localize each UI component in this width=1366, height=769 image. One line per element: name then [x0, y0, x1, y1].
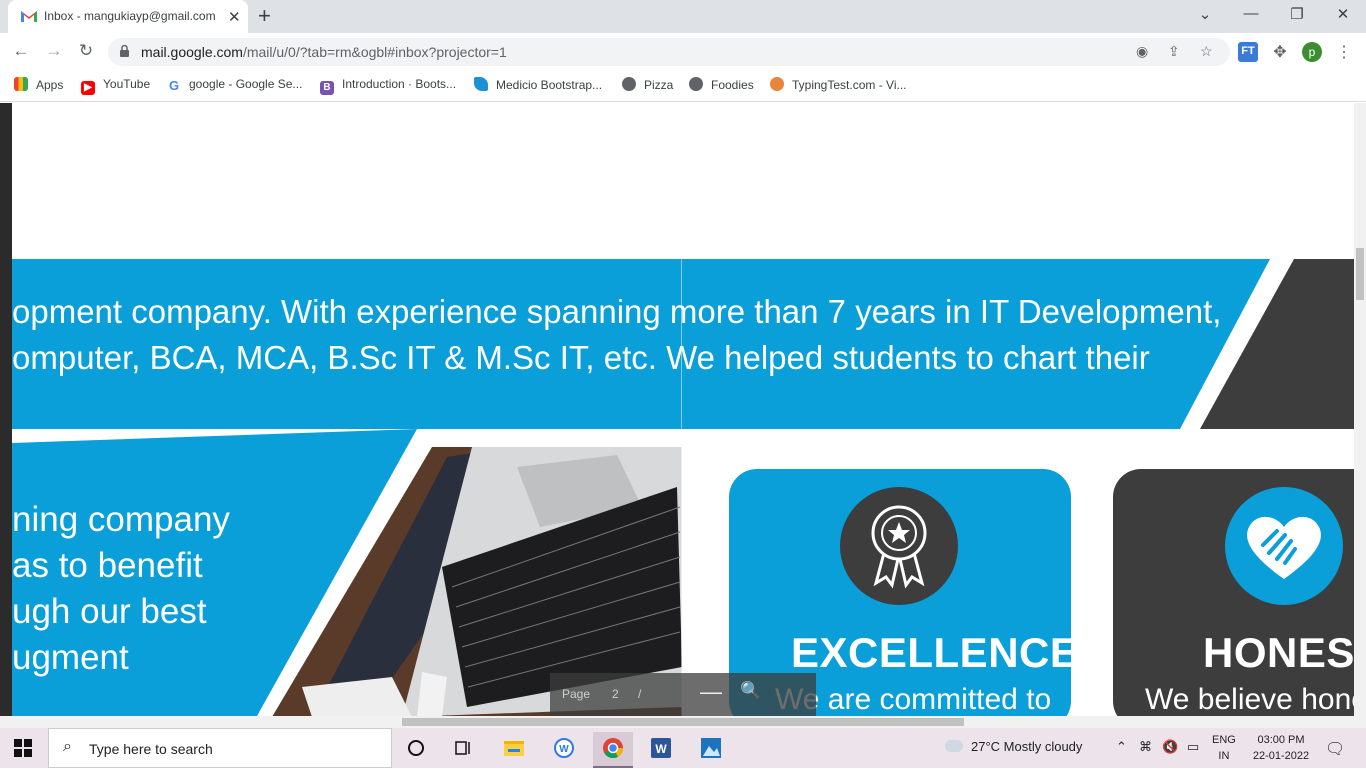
page-label: Page: [562, 687, 591, 701]
cloud-sun-icon: [945, 740, 963, 752]
honesty-card: HONESTY We believe honest: [1113, 469, 1354, 716]
bookmark-medicio[interactable]: Medicio Bootstrap...: [474, 77, 602, 92]
app-button-w[interactable]: W: [544, 732, 584, 768]
page-number-input[interactable]: 2: [612, 687, 619, 701]
tab-title: Inbox - mangukiayp@gmail.com: [44, 9, 216, 23]
language-indicator[interactable]: ENG IN: [1212, 732, 1236, 764]
svg-text:W: W: [655, 742, 667, 756]
windows-start-icon[interactable]: [14, 739, 32, 757]
viewer-left-edge: [0, 103, 12, 716]
puzzle-extensions-icon[interactable]: ✥: [1270, 42, 1290, 62]
horizontal-scroll-thumb[interactable]: [402, 718, 964, 726]
band-text-line-2: omputer, BCA, MCA, B.Sc IT & M.Sc IT, et…: [12, 339, 1150, 376]
browser-toolbar: ← → ↻ mail.google.com/mail/u/0/?tab=rm&o…: [0, 33, 1366, 70]
meet-now-icon[interactable]: ⌘: [1139, 739, 1152, 755]
restore-button[interactable]: ❐: [1285, 5, 1309, 27]
excellence-text: We are committed to: [775, 683, 1052, 716]
eye-icon[interactable]: ◉: [1136, 43, 1148, 60]
tab-strip: Inbox - mangukiayp@gmail.com ✕ + ⌄ — ❐ ✕: [0, 0, 1366, 33]
photos-taskbar-button[interactable]: [691, 732, 731, 768]
horizontal-scrollbar[interactable]: [0, 716, 1366, 728]
chrome-icon: [603, 738, 624, 759]
globe-icon: [689, 77, 703, 91]
apps-grid-icon: [14, 77, 28, 91]
back-arrow-icon[interactable]: ←: [10, 41, 32, 63]
photos-icon: [701, 738, 721, 758]
folder-icon: [504, 741, 524, 756]
google-icon: G: [167, 78, 181, 93]
slide-image: opment company. With experience spanning…: [12, 103, 1354, 716]
tab-close-icon[interactable]: ✕: [228, 8, 241, 26]
app-badge-icon: W: [554, 738, 574, 758]
left-text-line-3: ugh our best: [12, 592, 207, 631]
bookmark-bootstrap[interactable]: B Introduction · Boots...: [320, 77, 456, 95]
task-view-icon: [455, 741, 470, 755]
bookmark-google[interactable]: Ggoogle - Google Se...: [167, 77, 302, 93]
bookmark-typingtest[interactable]: TypingTest.com - Vi...: [770, 77, 907, 92]
weather-widget[interactable]: 27°C Mostly cloudy: [945, 739, 1082, 754]
search-placeholder: Type here to search: [89, 741, 213, 757]
volume-muted-icon[interactable]: 🔇: [1162, 739, 1178, 755]
zoom-icon[interactable]: 🔍: [740, 681, 761, 701]
address-bar[interactable]: mail.google.com/mail/u/0/?tab=rm&ogbl#in…: [108, 38, 1230, 66]
bookmark-foodies[interactable]: Foodies: [689, 77, 754, 92]
lock-icon: [120, 45, 129, 57]
bookmark-apps[interactable]: Apps: [14, 77, 63, 92]
band-text-line-1: opment company. With experience spanning…: [12, 293, 1222, 330]
share-icon[interactable]: ⇪: [1168, 43, 1180, 60]
vertical-scroll-thumb[interactable]: [1356, 248, 1364, 300]
file-explorer-button[interactable]: [494, 732, 534, 768]
word-taskbar-button[interactable]: W: [641, 732, 681, 768]
zoom-out-button[interactable]: —: [700, 679, 722, 705]
clock[interactable]: 03:00 PM 22-01-2022: [1250, 732, 1312, 764]
typingtest-icon: [770, 77, 784, 91]
excellence-title: EXCELLENCE: [791, 629, 1079, 676]
minimize-button[interactable]: —: [1239, 5, 1263, 27]
slide-divider: [681, 259, 682, 716]
tab-search-icon[interactable]: ⌄: [1193, 5, 1217, 27]
medicio-icon: [474, 77, 488, 91]
projector-controls: Page 2 / — 🔍: [550, 673, 816, 716]
new-tab-button[interactable]: +: [258, 3, 271, 29]
menu-kebab-icon[interactable]: ⋮: [1334, 42, 1354, 62]
bookmarks-bar: Apps ▶ YouTube Ggoogle - Google Se... B In…: [0, 70, 1366, 102]
taskbar-search-box[interactable]: ⌕ Type here to search: [48, 728, 392, 768]
bookmark-youtube[interactable]: ▶ YouTube: [81, 77, 150, 95]
bookmark-pizza[interactable]: Pizza: [622, 77, 673, 92]
youtube-icon: ▶: [81, 81, 95, 95]
close-window-button[interactable]: ✕: [1331, 5, 1355, 27]
award-ribbon-icon: [840, 487, 958, 605]
heart-hand-icon: [1225, 487, 1343, 605]
left-text-line-4: ugment: [12, 638, 129, 677]
cortana-circle-icon: [408, 740, 424, 756]
cortana-button[interactable]: [396, 732, 436, 768]
left-text-line-1: ning company: [12, 500, 230, 539]
word-icon: W: [651, 738, 671, 758]
network-icon[interactable]: ▭: [1187, 739, 1199, 755]
reload-icon[interactable]: ↻: [75, 41, 97, 63]
gmail-icon: [21, 11, 37, 22]
tab-gmail-inbox[interactable]: Inbox - mangukiayp@gmail.com ✕: [8, 0, 248, 33]
profile-avatar[interactable]: p: [1302, 42, 1322, 62]
extension-ft-icon[interactable]: FT: [1238, 42, 1258, 62]
chevron-up-icon[interactable]: ⌃: [1116, 739, 1127, 755]
notifications-icon[interactable]: 🗨: [1325, 739, 1345, 759]
bootstrap-icon: B: [320, 81, 334, 95]
svg-text:W: W: [559, 744, 569, 755]
honesty-title: HONESTY: [1203, 629, 1354, 676]
task-view-button[interactable]: [443, 732, 483, 768]
forward-arrow-icon[interactable]: →: [43, 41, 65, 63]
left-text-line-2: as to benefit: [12, 546, 203, 585]
search-icon: ⌕: [63, 738, 72, 755]
page-separator: /: [638, 687, 642, 701]
globe-icon: [622, 77, 636, 91]
url-text: mail.google.com/mail/u/0/?tab=rm&ogbl#in…: [141, 44, 507, 60]
chrome-taskbar-button[interactable]: [593, 732, 633, 768]
star-icon[interactable]: ☆: [1200, 43, 1213, 60]
windows-taskbar: ⌕ Type here to search W W 27°C Mostly cl…: [0, 728, 1366, 768]
honesty-text: We believe honest: [1145, 683, 1354, 716]
projector-viewer: opment company. With experience spanning…: [0, 103, 1366, 716]
vertical-scrollbar[interactable]: [1354, 103, 1366, 716]
